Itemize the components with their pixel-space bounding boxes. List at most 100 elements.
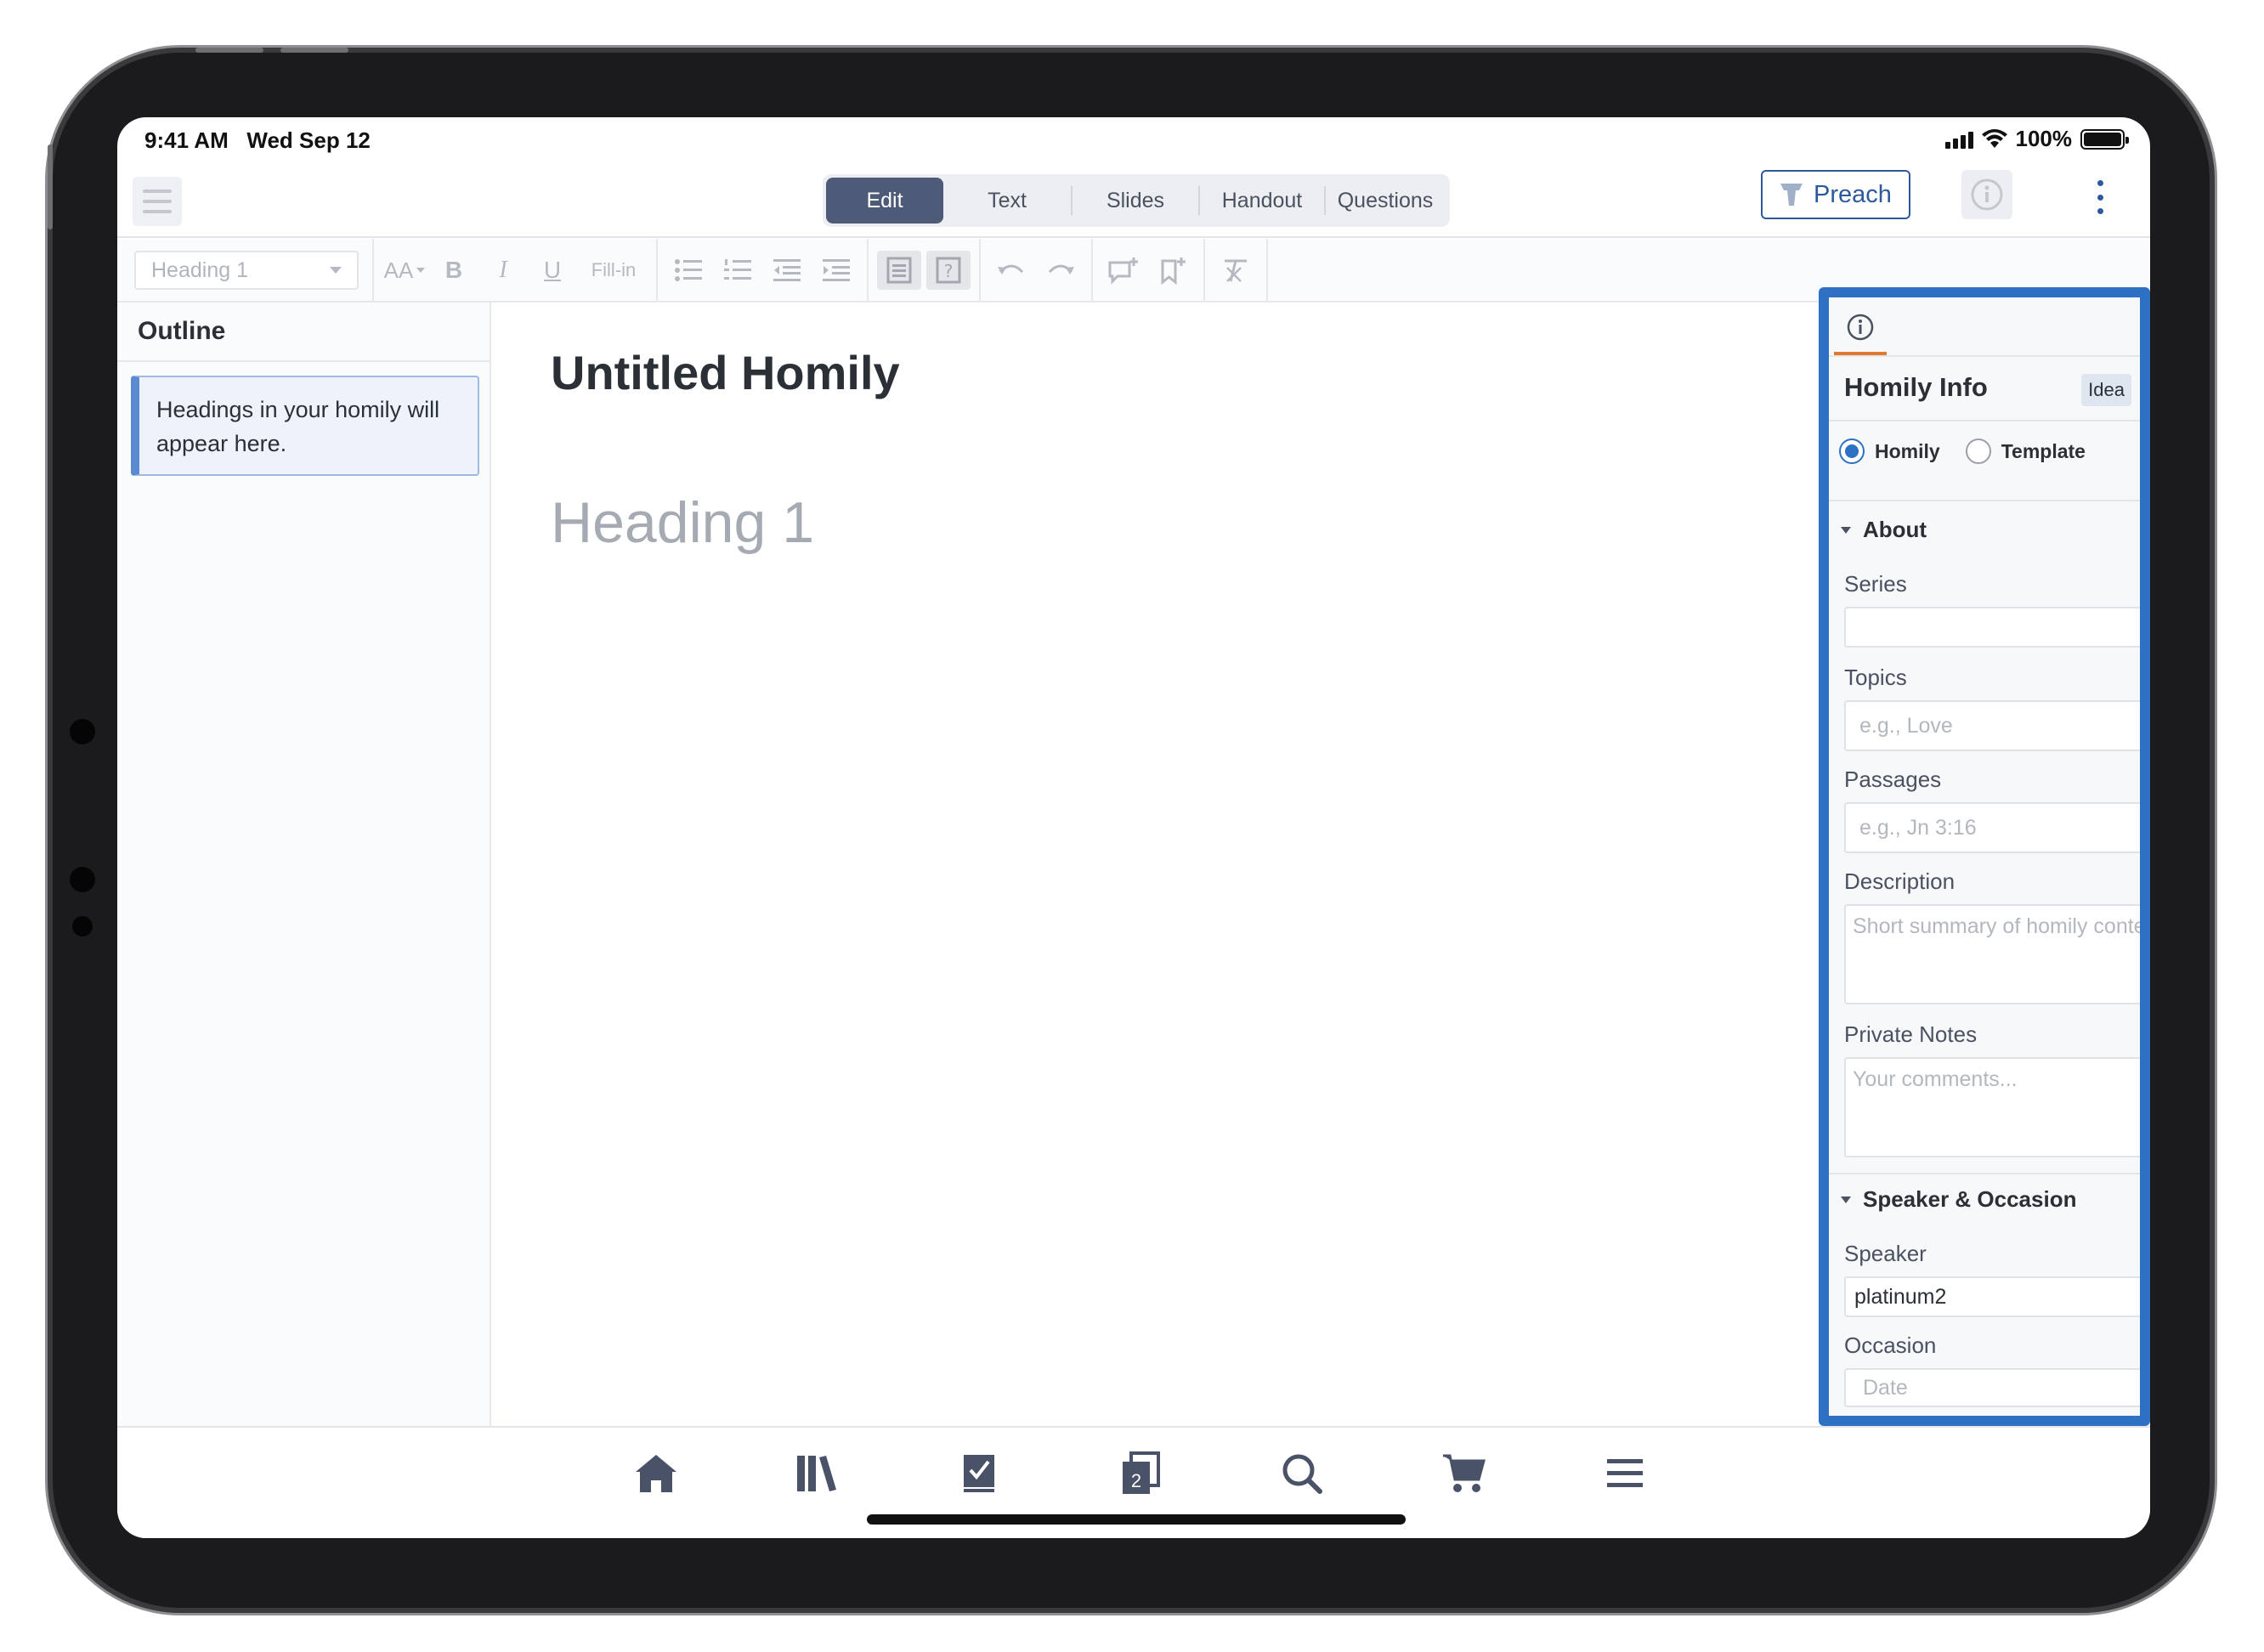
radio-selected-icon <box>1839 438 1865 464</box>
home-indicator[interactable] <box>867 1514 1406 1525</box>
clear-formatting-icon[interactable] <box>1214 251 1258 290</box>
document-title[interactable]: Untitled Homily <box>551 345 900 400</box>
clear-group <box>1203 239 1268 302</box>
series-label: Series <box>1844 571 1907 597</box>
radio-template[interactable]: Template <box>1965 438 2086 464</box>
chevron-down-icon <box>330 267 342 274</box>
wifi-icon <box>1981 128 2007 148</box>
tab-handout[interactable]: Handout <box>1200 178 1324 223</box>
fill-in-button[interactable]: Fill-in <box>580 251 648 290</box>
radio-template-label: Template <box>2001 439 2086 462</box>
device-sensor <box>72 916 93 936</box>
private-notes-label: Private Notes <box>1844 1021 1978 1047</box>
outline-empty-hint: Headings in your homily will appear here… <box>131 376 479 476</box>
topics-input[interactable]: e.g., Love <box>1844 700 2140 751</box>
bullet-list-icon[interactable] <box>666 251 710 290</box>
paragraph-style-select[interactable]: Heading 1 <box>134 251 359 290</box>
device-sensor <box>70 867 95 892</box>
triangle-down-icon <box>1841 1196 1851 1203</box>
history-group <box>979 239 1091 302</box>
radio-homily-label: Homily <box>1875 439 1940 462</box>
homily-info-panel: Homily Info Idea Homily Template About S… <box>1819 287 2150 1426</box>
preach-button[interactable]: Preach <box>1761 170 1910 219</box>
paragraph-style-value: Heading 1 <box>151 257 248 282</box>
info-toggle-button[interactable] <box>1961 170 2012 219</box>
section-divider <box>1829 1173 2140 1174</box>
panel-title: Homily Info <box>1844 372 1988 402</box>
device-power-button <box>48 144 53 229</box>
tab-edit[interactable]: Edit <box>826 178 943 223</box>
numbered-list-icon[interactable] <box>716 251 760 290</box>
speaker-label: Speaker <box>1844 1241 1927 1266</box>
description-textarea[interactable]: Short summary of homily content... <box>1844 904 2140 1004</box>
documents-icon[interactable]: 2 <box>1117 1450 1164 1497</box>
speaker-input[interactable]: platinum2 <box>1844 1276 2140 1317</box>
about-section-toggle[interactable]: About <box>1841 517 1927 543</box>
device-volume-button <box>195 48 263 53</box>
tab-info[interactable] <box>1834 303 1887 355</box>
svg-text:?: ? <box>944 261 954 281</box>
occasion-date-input[interactable]: Date <box>1844 1368 2140 1407</box>
heading-placeholder[interactable]: Heading 1 <box>551 489 814 556</box>
speaker-section-toggle[interactable]: Speaker & Occasion <box>1841 1186 2076 1213</box>
status-time: 9:41 AM <box>144 127 229 153</box>
underline-button[interactable]: U <box>530 251 574 290</box>
mode-segmented-control: Edit Text Slides Handout Questions <box>823 174 1450 227</box>
battery-icon <box>2080 128 2129 150</box>
device-volume-button <box>280 48 348 53</box>
tasks-icon[interactable] <box>955 1450 1003 1497</box>
preach-label: Preach <box>1814 180 1892 208</box>
status-bar: 9:41 AM Wed Sep 12 100% <box>117 117 2150 168</box>
note-block-icon[interactable] <box>877 251 921 290</box>
indent-icon[interactable] <box>814 251 858 290</box>
radio-homily[interactable]: Homily <box>1839 438 1940 464</box>
text-format-group: AA B I U Fill-in <box>372 239 656 302</box>
status-indicators: 100% <box>1944 126 2129 152</box>
about-section-title: About <box>1863 517 1927 542</box>
home-icon[interactable] <box>632 1450 680 1497</box>
date-placeholder: Date <box>1863 1375 1908 1400</box>
tab-slides[interactable]: Slides <box>1073 178 1198 223</box>
cellular-signal-icon <box>1944 130 1973 149</box>
insert-group <box>1091 239 1203 302</box>
status-date: Wed Sep 12 <box>246 127 371 153</box>
svg-text:2: 2 <box>1131 1470 1141 1491</box>
block-format-group: ? <box>867 239 979 302</box>
outline-title: Outline <box>117 303 490 362</box>
type-radio-group: Homily Template <box>1839 438 2086 464</box>
list-format-group <box>656 239 867 302</box>
device-camera <box>70 719 95 744</box>
private-notes-textarea[interactable]: Your comments... <box>1844 1057 2140 1157</box>
font-size-label: AA <box>383 257 414 283</box>
font-size-button[interactable]: AA <box>382 251 427 290</box>
triangle-down-icon <box>1841 526 1851 534</box>
search-icon[interactable] <box>1278 1450 1326 1497</box>
passages-label: Passages <box>1844 767 1942 792</box>
cart-icon[interactable] <box>1440 1450 1487 1497</box>
tab-text[interactable]: Text <box>943 178 1071 223</box>
add-comment-icon[interactable] <box>1101 251 1146 290</box>
outdent-icon[interactable] <box>765 251 809 290</box>
sidebar-toggle-button[interactable] <box>133 177 182 226</box>
add-bookmark-icon[interactable] <box>1151 251 1195 290</box>
info-icon <box>1847 314 1874 341</box>
undo-icon[interactable] <box>989 251 1033 290</box>
battery-percent: 100% <box>2015 126 2073 151</box>
occasion-label: Occasion <box>1844 1332 1937 1358</box>
speaker-section-title: Speaker & Occasion <box>1863 1186 2077 1212</box>
italic-button[interactable]: I <box>481 251 525 290</box>
radio-unselected-icon <box>1965 438 1991 464</box>
series-input[interactable] <box>1844 607 2140 648</box>
passages-input[interactable]: e.g., Jn 3:16 <box>1844 802 2140 853</box>
tab-questions[interactable]: Questions <box>1326 178 1445 223</box>
panel-header: Homily Info Idea <box>1829 357 2140 421</box>
library-icon[interactable] <box>794 1450 841 1497</box>
status-badge[interactable]: Idea <box>2081 374 2131 406</box>
section-divider <box>1829 500 2140 501</box>
menu-icon[interactable] <box>1601 1450 1649 1497</box>
more-options-icon[interactable] <box>2094 180 2106 214</box>
homily-editor[interactable]: Untitled Homily Heading 1 <box>493 303 1819 1426</box>
question-block-icon[interactable]: ? <box>926 251 971 290</box>
bold-button[interactable]: B <box>432 251 476 290</box>
redo-icon[interactable] <box>1039 251 1083 290</box>
